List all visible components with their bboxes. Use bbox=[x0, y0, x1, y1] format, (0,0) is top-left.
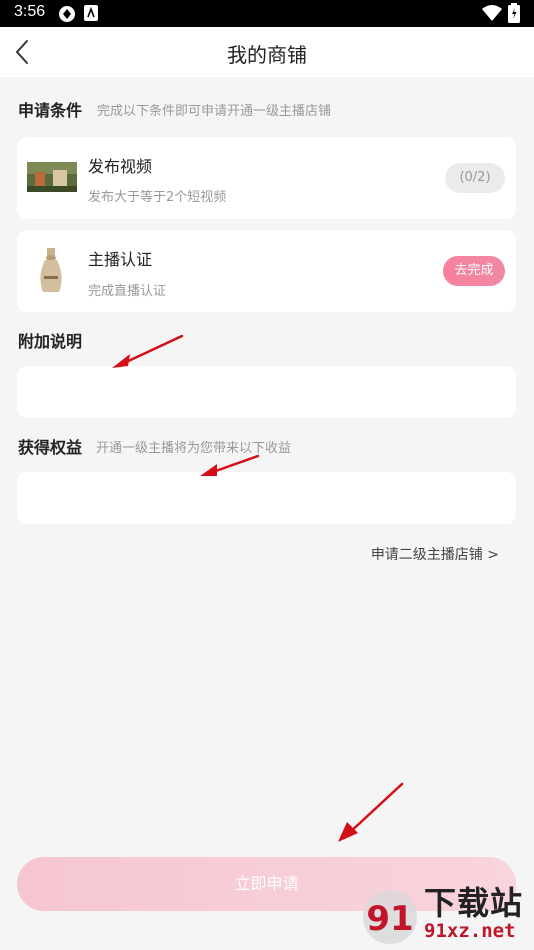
progress-badge: (0/2) bbox=[445, 163, 505, 193]
status-bar: 3:56 bbox=[0, 0, 534, 27]
sync-icon bbox=[59, 6, 75, 22]
status-time: 3:56 bbox=[14, 3, 46, 20]
page-title: 我的商铺 bbox=[227, 43, 307, 67]
wifi-icon bbox=[482, 5, 502, 21]
app-notification-icon bbox=[84, 5, 98, 21]
benefits-title: 获得权益 bbox=[18, 438, 83, 457]
condition-desc: 发布大于等于2个短视频 bbox=[88, 190, 227, 205]
video-thumbnail bbox=[27, 162, 77, 192]
watermark: 91 下载站 91xz.net bbox=[360, 886, 530, 948]
go-complete-button[interactable]: 去完成 bbox=[443, 256, 505, 286]
watermark-text: 下载站 bbox=[424, 884, 524, 922]
additional-title: 附加说明 bbox=[18, 332, 83, 351]
conditions-title: 申请条件 bbox=[18, 101, 83, 120]
condition-title: 主播认证 bbox=[88, 250, 153, 269]
condition-card-video[interactable]: 发布视频 发布大于等于2个短视频 (0/2) bbox=[17, 137, 516, 219]
apply-secondary-shop-link[interactable]: 申请二级主播店铺 > bbox=[371, 544, 499, 564]
title-bar: 我的商铺 bbox=[0, 27, 534, 77]
benefits-subtitle: 开通一级主播将为您带来以下收益 bbox=[96, 441, 292, 456]
condition-title: 发布视频 bbox=[88, 157, 153, 176]
conditions-subtitle: 完成以下条件即可申请开通一级主播店铺 bbox=[97, 104, 332, 119]
svg-text:91: 91 bbox=[366, 899, 413, 939]
condition-desc: 完成直播认证 bbox=[88, 284, 167, 299]
battery-icon bbox=[508, 3, 520, 23]
benefits-content-box bbox=[17, 472, 516, 524]
condition-card-verify[interactable]: 主播认证 完成直播认证 去完成 bbox=[17, 230, 516, 312]
watermark-url: 91xz.net bbox=[424, 920, 516, 942]
annotation-arrow-icon bbox=[338, 782, 404, 842]
additional-content-box bbox=[17, 366, 516, 418]
watermark-logo: 91 bbox=[363, 890, 417, 944]
vase-thumbnail bbox=[40, 248, 62, 292]
